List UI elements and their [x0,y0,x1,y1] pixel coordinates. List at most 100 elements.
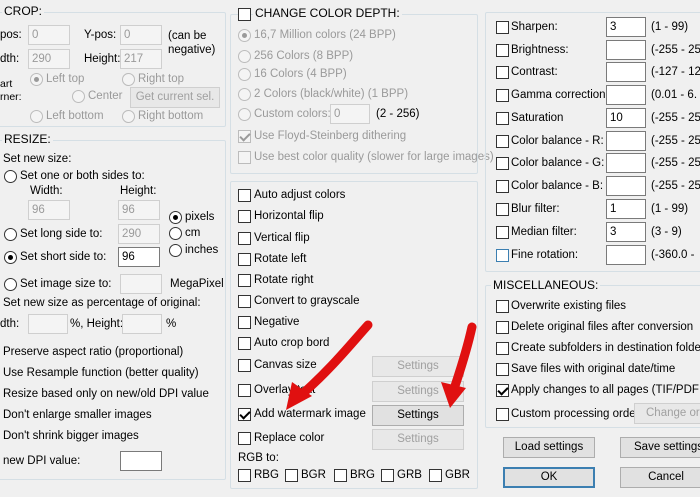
rgb-brg-checkbox[interactable] [334,469,347,482]
one-or-both-radio[interactable] [4,170,17,183]
replace-color-checkbox[interactable] [238,432,251,445]
custom-order-checkbox[interactable] [496,408,509,421]
rgb-bgr-checkbox[interactable] [285,469,298,482]
resize-width-label: Width: [30,185,63,197]
crop-left-bottom-radio[interactable] [30,110,43,123]
change-color-depth-checkbox[interactable] [238,8,251,21]
floyd-steinberg-checkbox[interactable] [238,130,251,143]
sharpen-checkbox[interactable] [496,21,509,34]
gamma-input[interactable] [606,85,646,105]
saturation-input[interactable]: 10 [606,108,646,128]
depth-24bpp-radio[interactable] [238,29,251,42]
color-balance-r-input[interactable] [606,131,646,151]
pct-height-input[interactable] [122,314,162,334]
crop-width-input[interactable]: 290 [28,49,70,69]
rotate-left-checkbox[interactable] [238,253,251,266]
original-date-checkbox[interactable] [496,363,509,376]
overwrite-checkbox[interactable] [496,300,509,313]
floyd-steinberg-label: Use Floyd-Steinberg dithering [254,130,407,142]
change-order-button[interactable]: Change ord [634,403,700,424]
fine-rotation-checkbox[interactable] [496,249,509,262]
pct-width-input[interactable] [28,314,68,334]
crop-center-radio[interactable] [72,90,85,103]
long-side-radio[interactable] [4,228,17,241]
auto-adjust-checkbox[interactable] [238,189,251,202]
color-balance-r-checkbox[interactable] [496,135,509,148]
subfolders-checkbox[interactable] [496,342,509,355]
rgb-gbr-checkbox[interactable] [429,469,442,482]
best-quality-checkbox[interactable] [238,151,251,164]
rgb-rbg-checkbox[interactable] [238,469,251,482]
crop-xpos-input[interactable]: 0 [28,25,70,45]
new-dpi-input[interactable] [120,451,162,471]
color-balance-g-input[interactable] [606,153,646,173]
resize-height-input[interactable]: 96 [118,200,160,220]
negative-checkbox[interactable] [238,316,251,329]
rotate-right-checkbox[interactable] [238,274,251,287]
preserve-aspect-label[interactable]: Preserve aspect ratio (proportional) [3,346,183,358]
dont-shrink-label[interactable]: Don't shrink bigger images [3,430,139,442]
canvas-size-checkbox[interactable] [238,359,251,372]
unit-cm-radio[interactable] [169,227,182,240]
blur-checkbox[interactable] [496,203,509,216]
contrast-input[interactable] [606,62,646,82]
image-size-radio[interactable] [4,278,17,291]
watermark-settings-button[interactable]: Settings [372,405,464,426]
depth-8bpp-radio[interactable] [238,50,251,63]
watermark-checkbox[interactable] [238,408,251,421]
short-side-radio[interactable] [4,251,17,264]
median-input[interactable]: 3 [606,222,646,242]
saturation-checkbox[interactable] [496,112,509,125]
crop-right-top-radio[interactable] [122,73,135,86]
custom-colors-input[interactable]: 0 [330,104,370,124]
apply-all-pages-label: Apply changes to all pages (TIF/PDF sa [511,384,700,396]
crop-ypos-input[interactable]: 0 [120,25,162,45]
replace-color-settings-button[interactable]: Settings [372,429,464,450]
overlay-settings-button[interactable]: Settings [372,381,464,402]
save-settings-button[interactable]: Save settings [620,437,700,458]
crop-right-bottom-radio[interactable] [122,110,135,123]
contrast-label: Contrast: [511,66,558,78]
custom-colors-label: Custom colors: [254,108,331,120]
color-balance-g-checkbox[interactable] [496,157,509,170]
blur-input[interactable]: 1 [606,199,646,219]
contrast-checkbox[interactable] [496,66,509,79]
resize-width-input[interactable]: 96 [28,200,70,220]
cancel-button[interactable]: Cancel [620,467,700,488]
color-balance-b-checkbox[interactable] [496,180,509,193]
rgb-gbr-label: GBR [445,469,470,481]
load-settings-button[interactable]: Load settings [503,437,595,458]
auto-crop-checkbox[interactable] [238,337,251,350]
brightness-input[interactable] [606,40,646,60]
contrast-range: (-127 - 12 [651,66,700,78]
custom-colors-radio[interactable] [238,108,251,121]
depth-4bpp-radio[interactable] [238,68,251,81]
overlay-text-checkbox[interactable] [238,384,251,397]
unit-pixels-radio[interactable] [169,211,182,224]
ok-button[interactable]: OK [503,467,595,488]
long-side-input[interactable]: 290 [118,224,160,244]
rgb-grb-checkbox[interactable] [381,469,394,482]
color-balance-b-input[interactable] [606,176,646,196]
vflip-checkbox[interactable] [238,232,251,245]
apply-all-pages-checkbox[interactable] [496,384,509,397]
brightness-checkbox[interactable] [496,44,509,57]
canvas-settings-button[interactable]: Settings [372,356,464,377]
hflip-checkbox[interactable] [238,210,251,223]
delete-original-checkbox[interactable] [496,321,509,334]
crop-left-top-radio[interactable] [30,73,43,86]
get-current-sel-button[interactable]: Get current sel. [130,87,220,108]
unit-inches-radio[interactable] [169,244,182,257]
median-checkbox[interactable] [496,226,509,239]
dpi-based-label[interactable]: Resize based only on new/old DPI value [3,388,209,400]
depth-1bpp-radio[interactable] [238,88,251,101]
gamma-checkbox[interactable] [496,89,509,102]
dont-enlarge-label[interactable]: Don't enlarge smaller images [3,409,152,421]
sharpen-input[interactable]: 3 [606,17,646,37]
grayscale-checkbox[interactable] [238,295,251,308]
resample-label[interactable]: Use Resample function (better quality) [3,367,199,379]
short-side-input[interactable]: 96 [118,247,160,267]
fine-rotation-input[interactable] [606,245,646,265]
image-size-input[interactable] [120,274,162,294]
crop-height-input[interactable]: 217 [120,49,162,69]
